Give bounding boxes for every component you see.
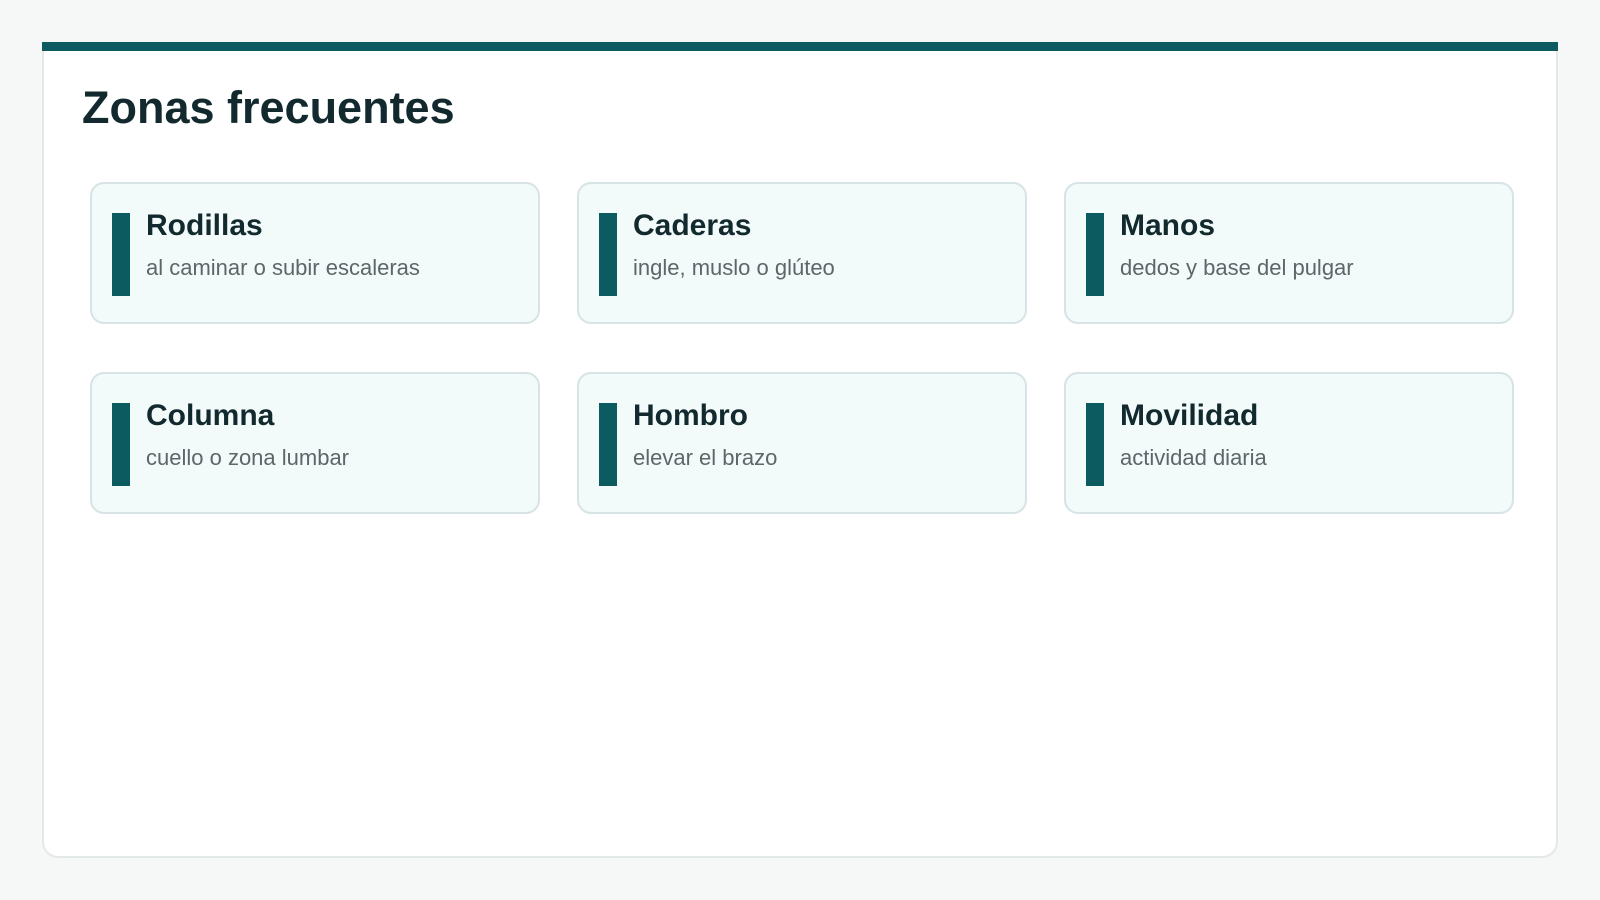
zone-accent-bar: [1086, 213, 1104, 296]
zone-description: al caminar o subir escaleras: [146, 255, 420, 280]
page-title: Zonas frecuentes: [82, 82, 455, 133]
zone-description: dedos y base del pulgar: [1120, 255, 1354, 280]
zones-grid: Rodillas al caminar o subir escaleras Ca…: [90, 182, 1514, 514]
zone-accent-bar: [599, 213, 617, 296]
zone-card-manos[interactable]: Manos dedos y base del pulgar: [1064, 182, 1514, 324]
zone-card-movilidad[interactable]: Movilidad actividad diaria: [1064, 372, 1514, 514]
zone-name: Rodillas: [146, 209, 263, 242]
zone-description: ingle, muslo o glúteo: [633, 255, 835, 280]
zone-description: elevar el brazo: [633, 445, 778, 470]
zone-card-rodillas[interactable]: Rodillas al caminar o subir escaleras: [90, 182, 540, 324]
zone-name: Columna: [146, 399, 275, 432]
zone-description: actividad diaria: [1120, 445, 1267, 470]
zone-accent-bar: [112, 403, 130, 486]
zone-accent-bar: [1086, 403, 1104, 486]
zone-accent-bar: [112, 213, 130, 296]
zone-accent-bar: [599, 403, 617, 486]
accent-top-bar: [42, 42, 1558, 51]
zone-name: Caderas: [633, 209, 752, 242]
zone-card-caderas[interactable]: Caderas ingle, muslo o glúteo: [577, 182, 1027, 324]
zone-description: cuello o zona lumbar: [146, 445, 350, 470]
zone-name: Manos: [1120, 209, 1216, 242]
zone-name: Movilidad: [1120, 399, 1259, 432]
zone-card-hombro[interactable]: Hombro elevar el brazo: [577, 372, 1027, 514]
zone-name: Hombro: [633, 399, 748, 432]
zone-card-columna[interactable]: Columna cuello o zona lumbar: [90, 372, 540, 514]
